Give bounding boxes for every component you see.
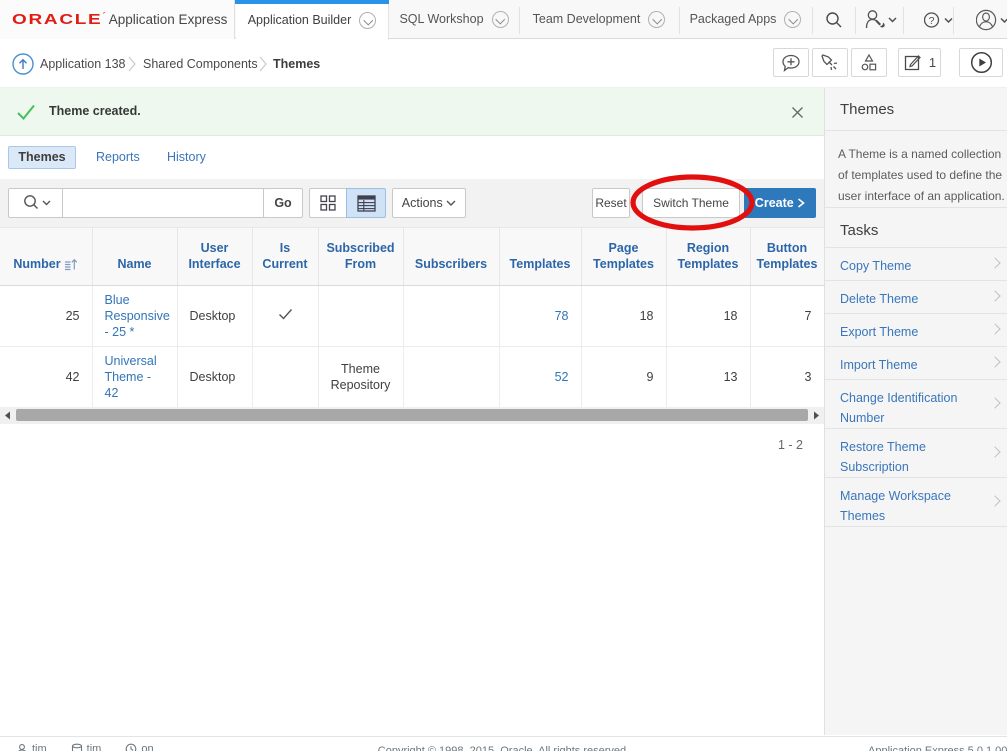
svg-text:?: ? [929,15,935,27]
